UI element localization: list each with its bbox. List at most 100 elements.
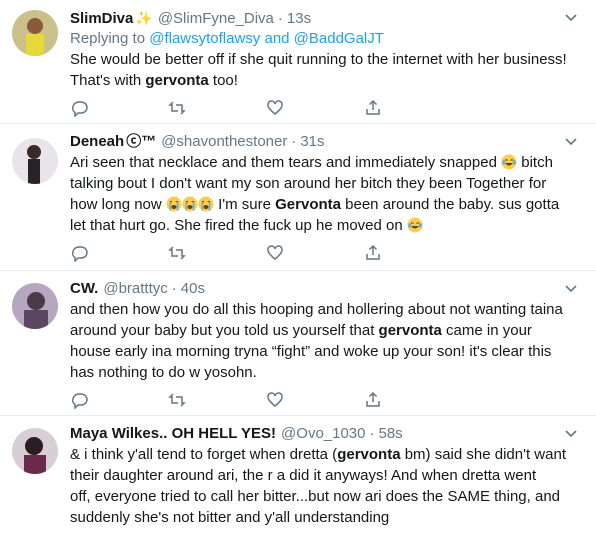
- avatar[interactable]: [12, 428, 58, 474]
- tweet-header: Deneah ⓒ ™ @shavonthestoner · 31s: [70, 132, 586, 152]
- display-name[interactable]: Deneah: [70, 132, 124, 152]
- reply-users-link[interactable]: @flawsytoflawsy and @BaddGalJT: [149, 30, 384, 47]
- retweet-button[interactable]: [168, 98, 266, 118]
- tweet-text-line: let that hurt go. She fired the fuck up …: [70, 215, 586, 236]
- highlighted-keyword: gervonta: [337, 446, 401, 463]
- share-icon: [366, 391, 380, 407]
- tweet-text-line: how long now I'm sure Gervonta been arou…: [70, 194, 586, 215]
- share-button[interactable]: [364, 98, 462, 118]
- tweet-text-line: has nothing to do w yosohn.: [70, 362, 586, 383]
- user-handle[interactable]: @shavonthestoner: [161, 132, 287, 152]
- text-segment: I'm sure: [213, 196, 276, 213]
- tweet-header: SlimDiva ✨ @SlimFyne_Diva · 13s: [70, 8, 586, 29]
- loudly-crying-face-icon: [198, 196, 214, 212]
- text-segment: let that hurt go. She fired the fuck up …: [70, 217, 407, 234]
- replying-to: Replying to @flawsytoflawsy and @BaddGal…: [70, 29, 586, 49]
- separator-dot: ·: [277, 10, 283, 27]
- text-segment: talking bout I don't want my son around …: [70, 175, 547, 192]
- face-with-tears-of-joy-icon: [407, 217, 423, 233]
- tweet-text-line: around your baby but you told us yoursel…: [70, 320, 586, 341]
- share-button[interactable]: [364, 390, 462, 410]
- loudly-crying-face-icon: [182, 196, 198, 212]
- like-button[interactable]: [266, 98, 364, 118]
- reply-button[interactable]: [70, 98, 168, 118]
- text-segment: too!: [208, 72, 238, 89]
- tweet-actions: [70, 91, 586, 125]
- chevron-down-icon[interactable]: [564, 281, 578, 295]
- text-segment: & i think y'all tend to forget when dret…: [70, 446, 338, 463]
- timestamp[interactable]: 40s: [181, 279, 205, 299]
- timestamp[interactable]: 13s: [287, 9, 311, 29]
- tweet-text: Ari seen that necklace and them tears an…: [70, 152, 586, 236]
- like-button[interactable]: [266, 243, 364, 263]
- separator-dot: ·: [291, 133, 297, 150]
- text-segment: Ari seen that necklace and them tears an…: [70, 154, 502, 171]
- text-segment: bitch: [517, 154, 553, 171]
- tweet[interactable]: Maya Wilkes.. OH HELL YES! @Ovo_1030 · 5…: [0, 416, 596, 545]
- tweet-text: She would be better off if she quit runn…: [70, 49, 586, 91]
- timestamp[interactable]: 58s: [379, 424, 403, 444]
- tweet-text-line: suddenly she's not bitter and y'all unde…: [70, 507, 586, 528]
- tweet-text-line: their daughter around ari, the r a did i…: [70, 465, 586, 486]
- tweet-text-line: off, everyone tried to call her bitter..…: [70, 486, 586, 507]
- tweet[interactable]: Deneah ⓒ ™ @shavonthestoner · 31s Ari se…: [0, 124, 596, 271]
- tweet-text-line: She would be better off if she quit runn…: [70, 49, 586, 70]
- text-segment: been around the baby. sus gotta: [340, 196, 560, 213]
- user-handle[interactable]: @bratttyc: [103, 279, 167, 299]
- chevron-down-icon[interactable]: [564, 134, 578, 148]
- like-icon: [267, 100, 283, 115]
- highlighted-keyword: Gervonta: [275, 196, 341, 213]
- separator-dot: ·: [171, 280, 177, 297]
- display-name[interactable]: CW.: [70, 279, 98, 299]
- tweet-header: CW. @bratttyc · 40s: [70, 279, 586, 299]
- like-icon: [267, 245, 283, 260]
- display-name[interactable]: SlimDiva: [70, 9, 133, 29]
- text-segment: off, everyone tried to call her bitter..…: [70, 488, 561, 505]
- retweet-button[interactable]: [168, 243, 266, 263]
- retweet-icon: [168, 393, 186, 407]
- text-segment: She would be better off if she quit runn…: [70, 51, 567, 68]
- user-handle[interactable]: @SlimFyne_Diva: [158, 9, 274, 29]
- reply-icon: [71, 393, 88, 409]
- share-button[interactable]: [364, 243, 462, 263]
- text-segment: their daughter around ari, the r a did i…: [70, 467, 537, 484]
- avatar[interactable]: [12, 283, 58, 329]
- tweet-header: Maya Wilkes.. OH HELL YES! @Ovo_1030 · 5…: [70, 424, 586, 444]
- like-button[interactable]: [266, 390, 364, 410]
- reply-button[interactable]: [70, 243, 168, 263]
- replying-to-label: Replying to: [70, 30, 150, 47]
- reply-button[interactable]: [70, 390, 168, 410]
- text-segment: and then how you do all this hooping and…: [70, 301, 563, 318]
- user-handle[interactable]: @Ovo_1030: [281, 424, 365, 444]
- tweet-text-line: & i think y'all tend to forget when dret…: [70, 444, 586, 465]
- text-segment: has nothing to do w yosohn.: [70, 364, 257, 381]
- share-icon: [366, 99, 380, 115]
- display-name[interactable]: Maya Wilkes.. OH HELL YES!: [70, 424, 276, 444]
- tweet-text-line: That's with gervonta too!: [70, 70, 586, 91]
- avatar[interactable]: [12, 138, 58, 184]
- timestamp[interactable]: 31s: [300, 132, 324, 152]
- sparkle-icon: ✨: [135, 10, 153, 26]
- separator-dot: ·: [369, 425, 375, 442]
- chevron-down-icon[interactable]: [564, 10, 578, 24]
- copyright-icon: ⓒ: [126, 133, 142, 150]
- text-segment: came in your: [441, 322, 532, 339]
- tweet-text-line: talking bout I don't want my son around …: [70, 173, 586, 194]
- avatar[interactable]: [12, 10, 58, 56]
- chevron-down-icon[interactable]: [564, 426, 578, 440]
- retweet-button[interactable]: [168, 390, 266, 410]
- tweet[interactable]: CW. @bratttyc · 40s and then how you do …: [0, 271, 596, 416]
- highlighted-keyword: gervonta: [145, 72, 209, 89]
- text-segment: bm) said she didn't want: [400, 446, 566, 463]
- tweet-text-line: Ari seen that necklace and them tears an…: [70, 152, 586, 173]
- share-icon: [366, 244, 380, 260]
- text-segment: how long now: [70, 196, 166, 213]
- like-icon: [267, 392, 283, 407]
- tweet-text-line: and then how you do all this hooping and…: [70, 299, 586, 320]
- text-segment: suddenly she's not bitter and y'all unde…: [70, 509, 390, 526]
- tweet-actions: [70, 383, 586, 417]
- trademark-suffix: ™: [141, 133, 157, 150]
- reply-icon: [71, 101, 88, 117]
- tweet[interactable]: SlimDiva ✨ @SlimFyne_Diva · 13s Replying…: [0, 0, 596, 124]
- text-segment: That's with: [70, 72, 146, 89]
